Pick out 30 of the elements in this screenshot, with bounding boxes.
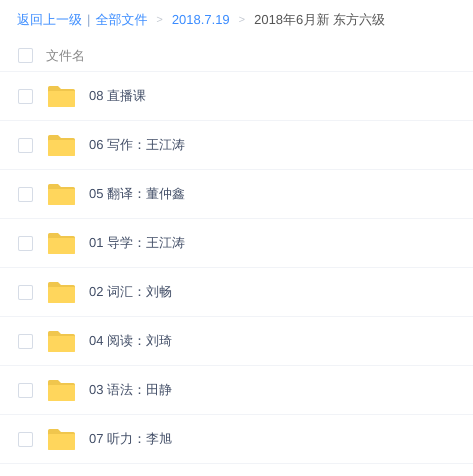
folder-icon <box>47 232 76 254</box>
breadcrumb-separator: > <box>238 12 246 28</box>
checkbox[interactable] <box>18 334 33 348</box>
folder-name[interactable]: 01 导学：王江涛 <box>89 233 186 253</box>
breadcrumb-separator: > <box>156 12 163 28</box>
folder-icon <box>47 428 76 450</box>
folder-icon <box>47 84 76 108</box>
checkbox[interactable] <box>18 236 33 250</box>
checkbox[interactable] <box>18 88 33 104</box>
folder-name[interactable]: 04 阅读：刘琦 <box>89 331 172 351</box>
folder-icon <box>47 134 76 156</box>
folder-icon <box>47 280 76 304</box>
checkbox[interactable] <box>18 186 33 202</box>
checkbox[interactable] <box>18 284 33 300</box>
folder-name[interactable]: 08 直播课 <box>89 86 146 106</box>
column-header: 文件名 <box>46 46 85 65</box>
folder-name[interactable]: 07 听力：李旭 <box>89 429 172 449</box>
checkbox[interactable] <box>18 138 33 152</box>
current-folder: 2018年6月新 东方六级 <box>254 11 385 30</box>
folder-name[interactable]: 02 词汇：刘畅 <box>89 282 172 302</box>
folder-name[interactable]: 03 语法：田静 <box>89 380 172 400</box>
folder-name[interactable]: 05 翻译：董仲鑫 <box>89 184 186 204</box>
checkbox[interactable] <box>18 382 33 398</box>
divider: | <box>87 11 90 30</box>
folder-icon <box>47 182 76 206</box>
folder-name[interactable]: 06 写作：王江涛 <box>89 135 186 155</box>
folder-icon <box>47 330 76 352</box>
checkbox[interactable] <box>18 48 33 63</box>
checkbox[interactable] <box>18 432 33 446</box>
folder-icon <box>47 378 76 402</box>
